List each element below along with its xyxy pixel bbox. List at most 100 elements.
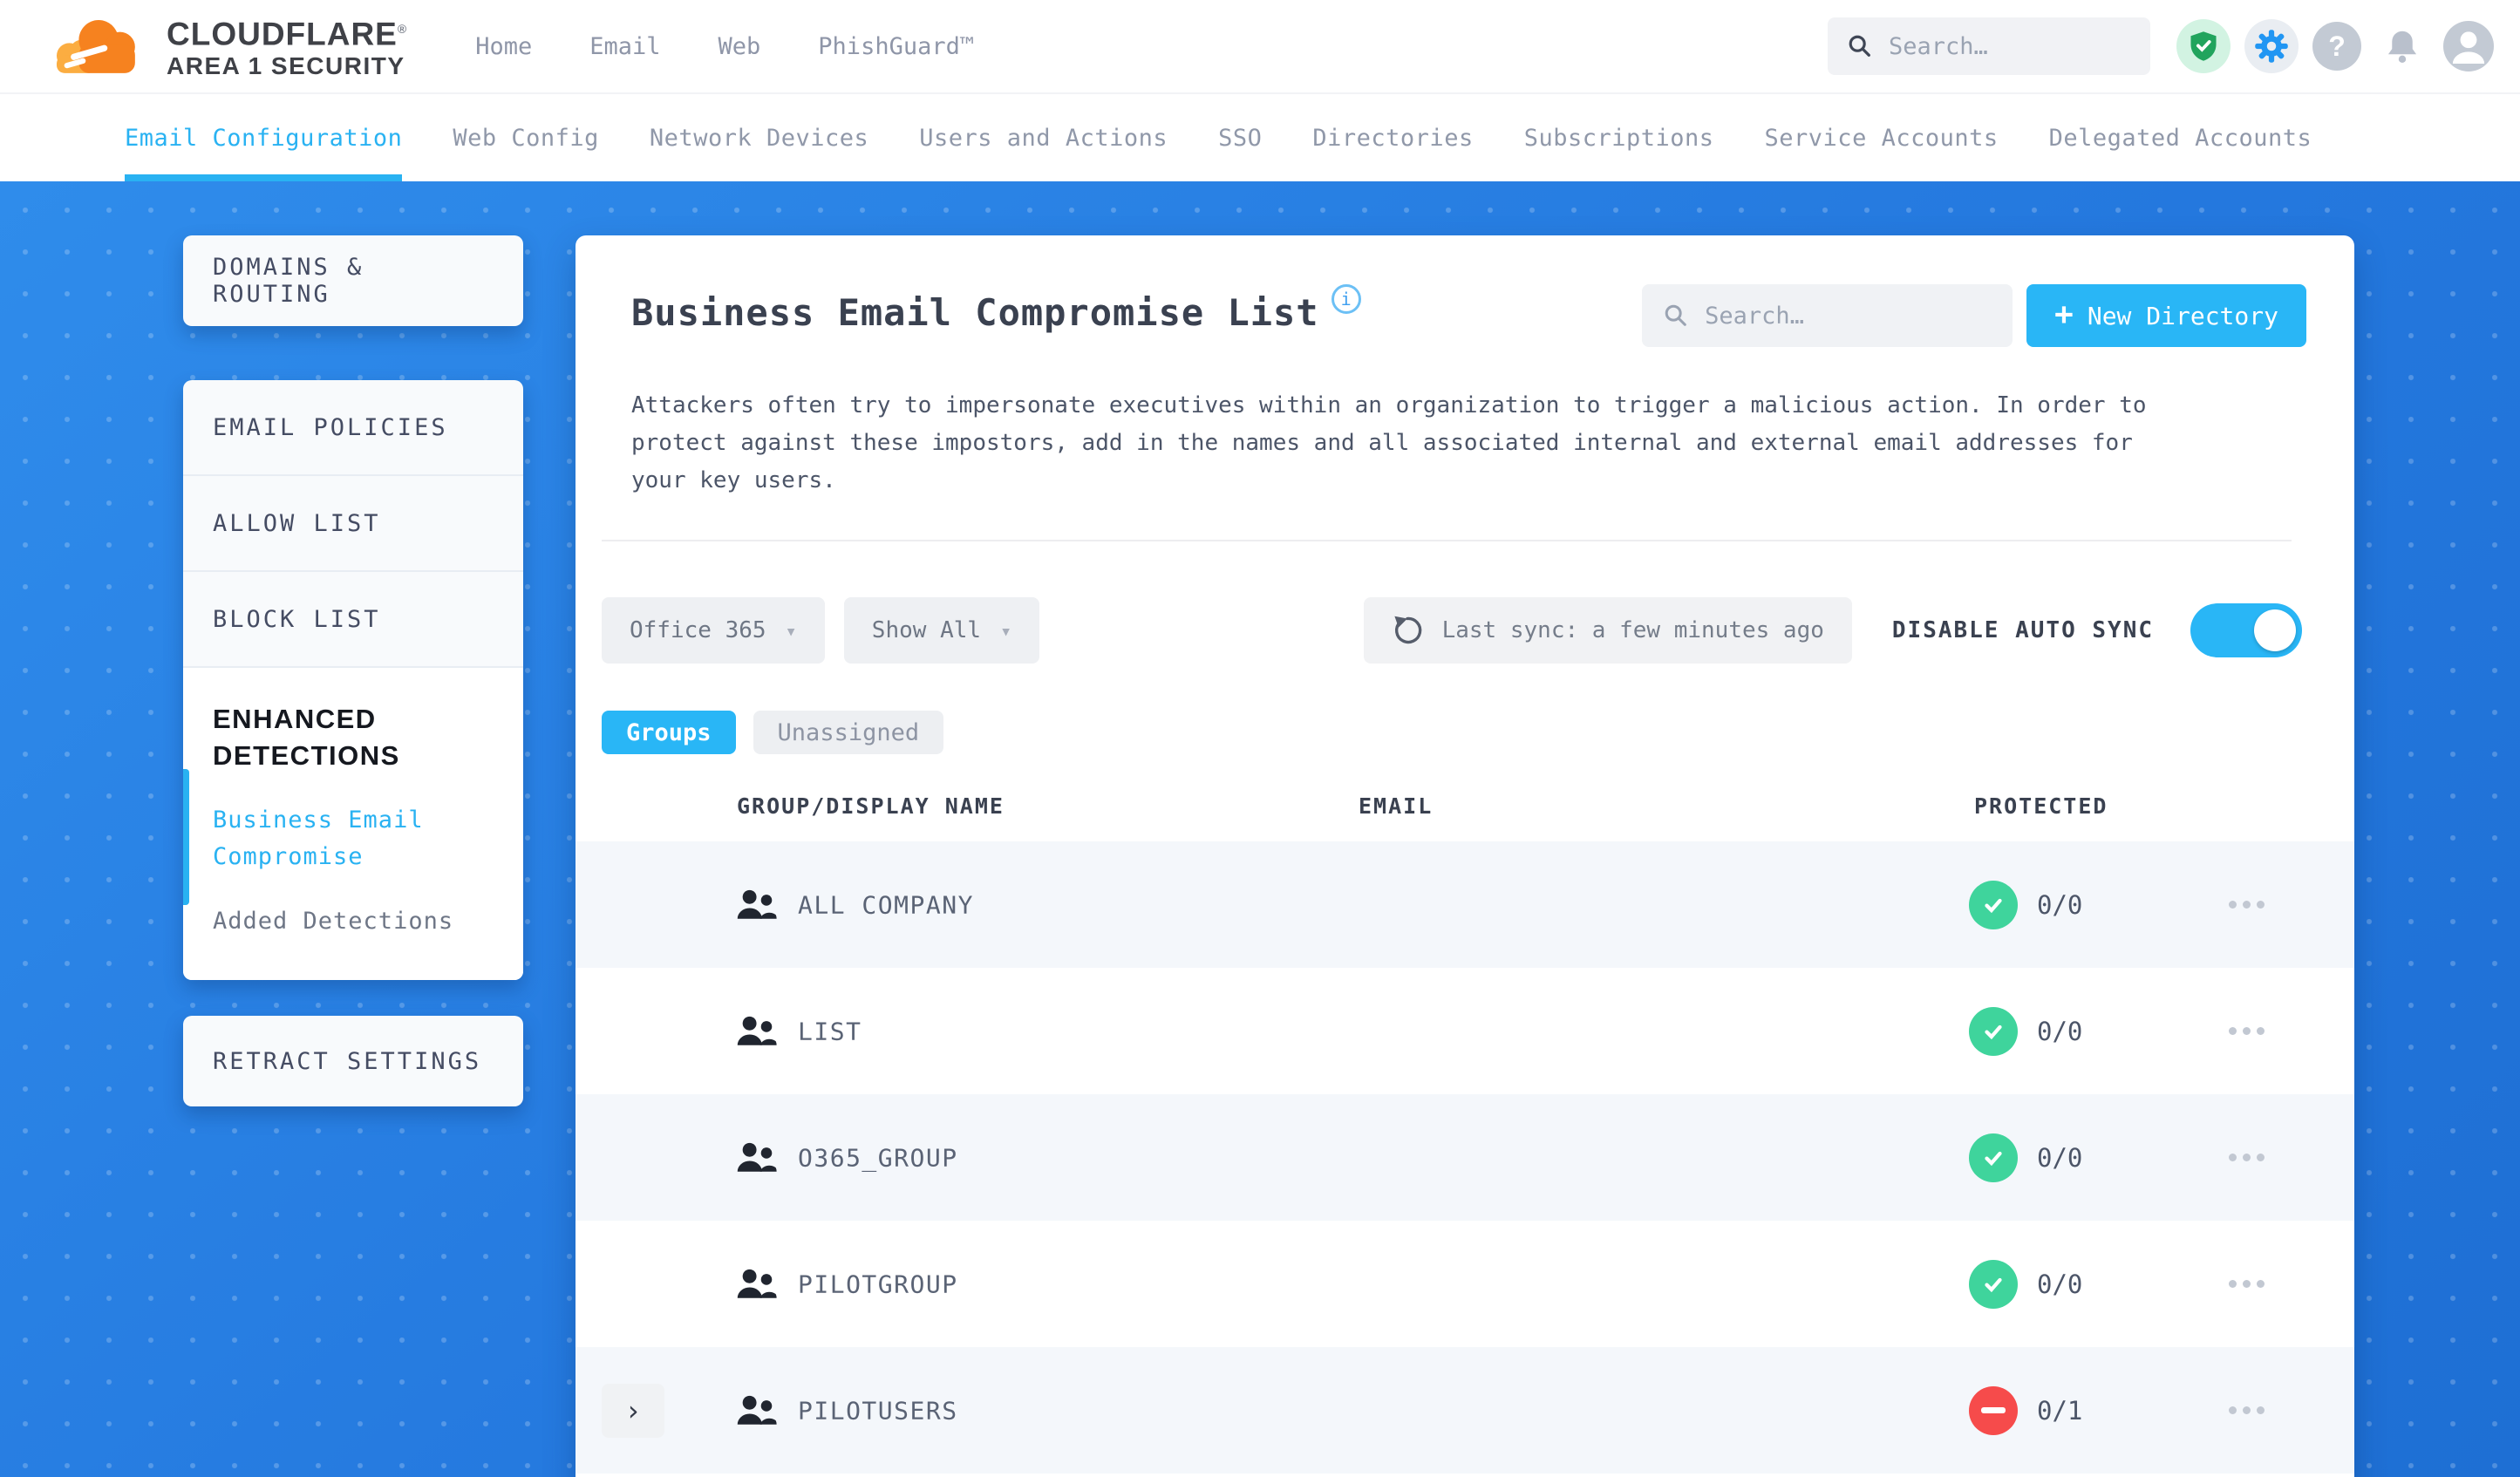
enhanced-detections-title: ENHANCED DETECTIONS [213,704,400,771]
table-header: GROUP/DISPLAY NAME EMAIL PROTECTED [576,754,2354,841]
row-menu-button[interactable] [2224,886,2276,924]
group-name: PILOTUSERS [798,1396,958,1425]
last-sync-status[interactable]: Last sync: a few minutes ago [1363,597,1852,664]
tab-sso[interactable]: SSO [1218,94,1262,181]
group-icon [737,1269,777,1298]
nav-home[interactable]: Home [475,33,532,60]
sidebar-item-allow-list[interactable]: ALLOW LIST [183,476,523,572]
tab-directories[interactable]: Directories [1312,94,1473,181]
page-title: Business Email Compromise List [631,291,1319,334]
check-icon [1985,898,2002,913]
logo-text: CLOUDFLARE® AREA 1 SECURITY [167,11,407,81]
group-icon [737,1016,777,1045]
global-search-input[interactable] [1889,32,2107,60]
ellipsis-icon [2229,1406,2237,1414]
controls-row: Office 365 Show All Last sync: a few min… [602,597,2302,664]
tab-email-configuration[interactable]: Email Configuration [125,94,403,181]
tab-delegated-accounts[interactable]: Delegated Accounts [2049,94,2312,181]
table-row: PILOTUSERS 0/1 [576,1347,2354,1474]
sidebar-item-retract-settings[interactable]: RETRACT SETTINGS [183,1016,523,1106]
help-icon[interactable]: ? [2312,22,2361,71]
search-icon [1665,304,1686,326]
ellipsis-icon [2229,1280,2237,1288]
auto-sync-label: DISABLE AUTO SYNC [1891,617,2154,643]
sidebar-item-block-list[interactable]: BLOCK LIST [183,572,523,668]
check-icon [1985,1024,2002,1039]
sync-icon [1393,616,1421,644]
sidebar-item-added-detections[interactable]: Added Detections [213,903,474,940]
check-icon [1985,1151,2002,1166]
new-directory-button[interactable]: + New Directory [2026,284,2306,347]
protected-count: 0/0 [2037,1016,2083,1046]
tab-unassigned[interactable]: Unassigned [753,711,944,754]
nav-phishguard[interactable]: PhishGuard™ [818,33,974,60]
tab-users-and-actions[interactable]: Users and Actions [919,94,1168,181]
group-name: O365_GROUP [798,1143,958,1172]
divider [602,540,2292,541]
tab-groups[interactable]: Groups [602,711,736,754]
tab-service-accounts[interactable]: Service Accounts [1765,94,1999,181]
sidebar-item-email-policies[interactable]: EMAIL POLICIES [183,380,523,476]
top-navigation: Home Email Web PhishGuard™ [475,33,974,60]
group-icon [737,1395,777,1425]
protected-count: 0/0 [2037,1269,2083,1299]
user-account-icon[interactable] [2443,21,2494,71]
info-icon[interactable] [1331,284,1361,314]
row-menu-button[interactable] [2224,1392,2276,1430]
ellipsis-icon [2229,1154,2237,1161]
groups-table: ALL COMPANY 0/0 LIST 0/0 O365_GROUP 0/0 … [576,841,2354,1474]
tab-network-devices[interactable]: Network Devices [650,94,868,181]
settings-gear-icon[interactable] [2244,19,2299,73]
status-badge [1969,1259,2018,1309]
toggle-knob [2254,609,2296,651]
tab-web-config[interactable]: Web Config [453,94,599,181]
cloudflare-logo: CLOUDFLARE® AREA 1 SECURITY [48,8,407,85]
show-filter-dropdown[interactable]: Show All [843,597,1040,664]
minus-icon [1981,1407,2006,1413]
directory-type-dropdown[interactable]: Office 365 [602,597,825,664]
panel-header: Business Email Compromise List + New Dir… [576,235,2354,347]
table-row: ALL COMPANY 0/0 [576,841,2354,968]
row-menu-button[interactable] [2224,1265,2276,1303]
row-menu-button[interactable] [2224,1139,2276,1177]
sidebar-policies-card: EMAIL POLICIES ALLOW LIST BLOCK LIST ENH… [183,380,523,980]
shield-check-icon[interactable] [2176,19,2231,73]
nav-web[interactable]: Web [719,33,761,60]
product-name: AREA 1 SECURITY [167,52,405,80]
row-menu-button[interactable] [2224,1012,2276,1051]
tab-subscriptions[interactable]: Subscriptions [1524,94,1714,181]
expand-row-button[interactable] [602,1383,664,1438]
cloudflare-cloud-icon [56,20,135,73]
secondary-navigation: Email Configuration Web Config Network D… [0,94,2520,181]
directory-search[interactable] [1642,284,2013,347]
page-description: Attackers often try to impersonate execu… [631,392,2147,493]
search-icon [1849,35,1870,57]
protected-count: 0/1 [2037,1395,2083,1426]
group-name: ALL COMPANY [798,890,974,919]
global-search[interactable] [1828,17,2150,75]
plus-icon: + [2054,296,2074,332]
main-panel: Business Email Compromise List + New Dir… [576,235,2354,1477]
ellipsis-icon [2229,901,2237,909]
enhanced-detections-section: ENHANCED DETECTIONS Business Email Compr… [183,668,523,980]
table-row: PILOTGROUP 0/0 [576,1221,2354,1347]
column-protected: PROTECTED [1974,793,2108,819]
auto-sync-toggle[interactable] [2190,603,2302,657]
sidebar-item-domains-routing[interactable]: DOMAINS & ROUTING [183,235,523,326]
status-badge [1969,1006,2018,1056]
directory-search-input[interactable] [1705,302,1967,330]
sidebar-item-business-email-compromise[interactable]: Business Email Compromise [213,802,474,875]
column-email: EMAIL [1359,793,1434,819]
header-icon-group: ? [2176,19,2494,73]
nav-email[interactable]: Email [589,33,660,60]
group-icon [737,1142,777,1172]
group-name: LIST [798,1017,862,1045]
notifications-bell-icon[interactable] [2375,19,2429,73]
status-badge [1969,1385,2018,1435]
top-header: CLOUDFLARE® AREA 1 SECURITY Home Email W… [0,0,2520,94]
brand-name: CLOUDFLARE® [167,16,408,52]
protected-count: 0/0 [2037,889,2083,920]
group-tabs: Groups Unassigned [602,711,2354,754]
check-icon [1985,1277,2002,1292]
column-group-display-name: GROUP/DISPLAY NAME [737,793,1005,819]
